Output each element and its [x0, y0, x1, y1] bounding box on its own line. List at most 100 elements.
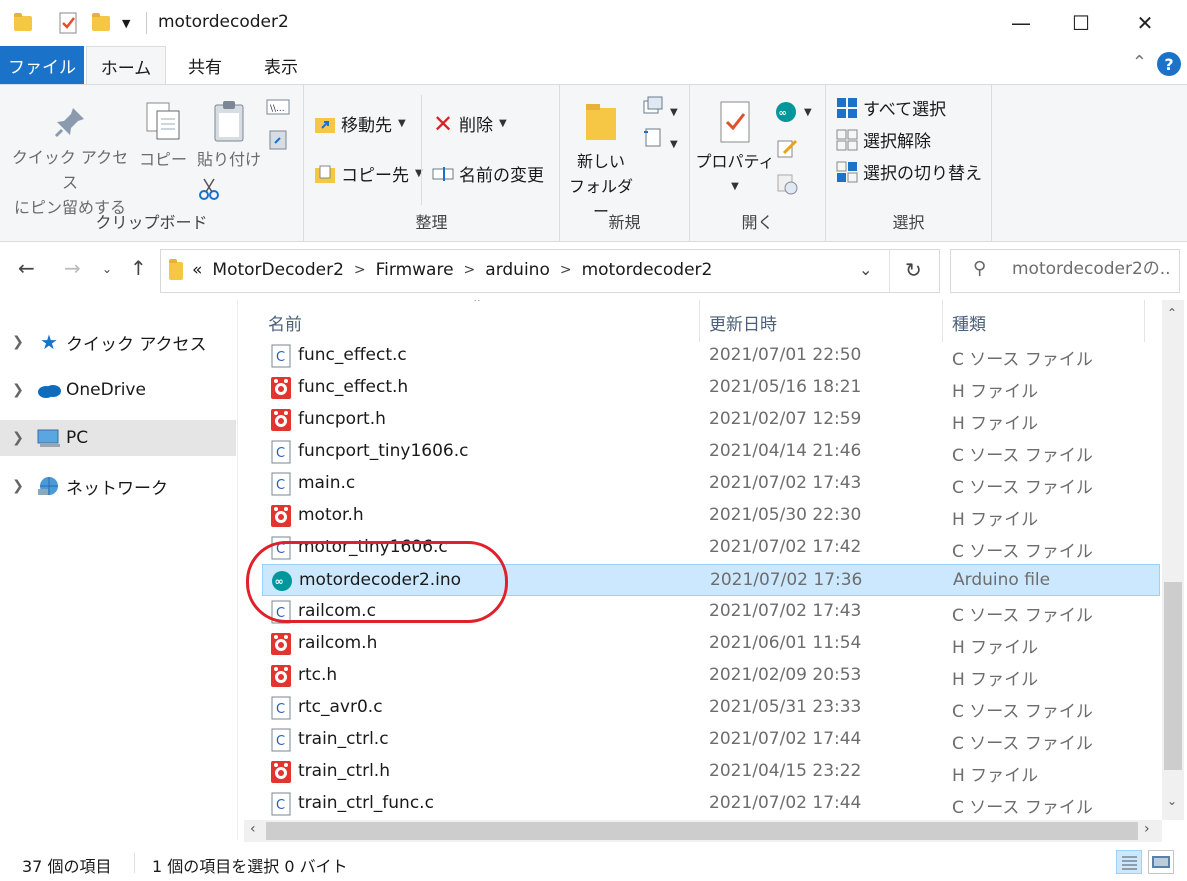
breadcrumb-overflow[interactable]: « [192, 260, 202, 280]
paste-shortcut-icon[interactable] [268, 129, 288, 155]
column-type[interactable]: 種類 [952, 310, 986, 335]
copy-icon [136, 95, 190, 147]
c-file-icon: C [270, 472, 292, 496]
column-divider[interactable] [942, 300, 943, 342]
c-file-icon: C [270, 536, 292, 560]
delete-button[interactable]: ✕ 削除 ▼ [432, 110, 507, 138]
file-row[interactable]: func_effect.h 2021/05/16 18:21 H ファイル [262, 372, 1160, 404]
file-row[interactable]: funcport.h 2021/02/07 12:59 H ファイル [262, 404, 1160, 436]
nav-item-network[interactable]: ❯ ネットワーク [0, 468, 236, 504]
file-row[interactable]: rtc.h 2021/02/09 20:53 H ファイル [262, 660, 1160, 692]
details-view-icon[interactable] [1116, 850, 1142, 874]
file-row[interactable]: Ctrain_ctrl.c 2021/07/02 17:44 C ソース ファイル [262, 724, 1160, 756]
large-icons-view-icon[interactable] [1148, 850, 1174, 874]
move-to-icon [314, 113, 336, 135]
file-name: motor.h [298, 505, 364, 525]
pin-quick-access-button[interactable]: クイック アクセス にピン留めする [8, 99, 132, 220]
rename-button[interactable]: 名前の変更 [432, 161, 544, 186]
open-with-button[interactable]: ∞ ▼ [774, 101, 812, 123]
breadcrumb-arduino[interactable]: arduino [485, 260, 550, 280]
chevron-right-icon[interactable]: ❯ [0, 334, 36, 350]
breadcrumb-current[interactable]: motordecoder2 [582, 260, 713, 280]
chevron-up-icon[interactable]: ⌃ [1132, 52, 1147, 73]
chevron-right-icon[interactable]: > [354, 262, 366, 278]
chevron-right-icon[interactable]: > [560, 262, 572, 278]
tab-file[interactable]: ファイル [0, 46, 84, 84]
chevron-right-icon[interactable]: ❯ [0, 382, 36, 398]
tab-home[interactable]: ホーム [86, 46, 166, 85]
history-icon[interactable] [776, 173, 798, 199]
easy-access-button[interactable]: ▼ [642, 127, 678, 151]
search-input[interactable] [1012, 259, 1172, 279]
edit-icon[interactable] [776, 137, 798, 163]
group-label-select: 選択 [892, 213, 925, 232]
vertical-scrollbar[interactable]: ⌃ ⌄ [1162, 300, 1184, 820]
column-name[interactable]: 名前 [268, 310, 302, 335]
help-icon[interactable]: ? [1157, 52, 1181, 76]
invert-selection-label: 選択の切り替え [863, 164, 982, 184]
properties-icon [694, 95, 776, 149]
nav-item-pc[interactable]: ❯ PC [0, 420, 236, 456]
move-to-label: 移動先 [341, 116, 392, 136]
scroll-left-icon[interactable]: ‹ [250, 821, 256, 837]
paste-button[interactable]: 貼り付け [196, 95, 262, 172]
address-history-icon[interactable]: ⌄ [859, 260, 872, 279]
scroll-down-icon[interactable]: ⌄ [1167, 794, 1177, 808]
recent-locations-icon[interactable]: ⌄ [102, 262, 112, 276]
breadcrumb-motordecoder2[interactable]: MotorDecoder2 [212, 260, 343, 280]
chevron-right-icon[interactable]: ❯ [0, 478, 36, 494]
new-item-button[interactable]: ▼ [642, 95, 678, 119]
tab-share[interactable]: 共有 [170, 46, 240, 84]
new-folder-button[interactable]: 新しい フォルダー [564, 95, 638, 224]
close-button[interactable]: ✕ [1114, 0, 1176, 46]
quick-access-dropdown-icon[interactable]: ▼ [122, 12, 130, 34]
properties-quick-icon[interactable] [58, 12, 78, 34]
nav-item-onedrive[interactable]: ❯ OneDrive [0, 372, 236, 408]
minimize-button[interactable]: — [990, 0, 1052, 46]
copy-to-button[interactable]: コピー先 ▼ [314, 161, 423, 186]
maximize-button[interactable]: ☐ [1050, 0, 1112, 46]
column-divider[interactable] [1144, 300, 1145, 342]
chevron-right-icon[interactable]: ❯ [0, 430, 36, 446]
up-arrow-icon[interactable]: ↑ [130, 256, 147, 280]
tab-view[interactable]: 表示 [244, 46, 318, 84]
chevron-down-icon: ▼ [804, 106, 812, 118]
new-folder-quick-icon[interactable] [92, 12, 110, 34]
file-row[interactable]: ∞ motordecoder2.ino 2021/07/02 17:36 Arduin… [262, 564, 1160, 596]
invert-selection-button[interactable]: 選択の切り替え [836, 159, 982, 184]
file-row[interactable]: train_ctrl.h 2021/04/15 23:22 H ファイル [262, 756, 1160, 788]
scroll-right-icon[interactable]: › [1144, 821, 1150, 837]
scroll-up-icon[interactable]: ⌃ [1167, 306, 1177, 320]
properties-button[interactable]: プロパティ ▼ [694, 95, 776, 199]
c-file-icon: C [270, 344, 292, 368]
forward-arrow-icon[interactable]: → [64, 256, 81, 280]
file-row[interactable]: Cmain.c 2021/07/02 17:43 C ソース ファイル [262, 468, 1160, 500]
breadcrumb-firmware[interactable]: Firmware [376, 260, 454, 280]
select-all-button[interactable]: すべて選択 [836, 95, 946, 120]
column-date[interactable]: 更新日時 [709, 310, 777, 335]
status-bar: 37 個の項目 1 個の項目を選択 0 バイト [0, 844, 1187, 881]
file-row[interactable]: Ctrain_ctrl_func.c 2021/07/02 17:44 C ソース … [262, 788, 1160, 820]
nav-item-quick-access[interactable]: ❯ ★ クイック アクセス [0, 324, 236, 360]
file-row[interactable]: Crailcom.c 2021/07/02 17:43 C ソース ファイル [262, 596, 1160, 628]
cut-icon[interactable] [198, 177, 220, 205]
horizontal-scrollbar[interactable]: ‹ › [244, 820, 1162, 842]
vertical-scroll-thumb[interactable] [1164, 582, 1182, 770]
chevron-right-icon[interactable]: > [464, 262, 476, 278]
back-arrow-icon[interactable]: ← [18, 256, 35, 280]
file-row[interactable]: Crtc_avr0.c 2021/05/31 23:33 C ソース ファイル [262, 692, 1160, 724]
file-row[interactable]: Cfunc_effect.c 2021/07/01 22:50 C ソース ファイル [262, 340, 1160, 372]
select-none-button[interactable]: 選択解除 [836, 127, 931, 152]
file-row[interactable]: Cfuncport_tiny1606.c 2021/04/14 21:46 C ソー… [262, 436, 1160, 468]
refresh-icon[interactable]: ↻ [905, 258, 922, 282]
move-to-button[interactable]: 移動先 ▼ [314, 111, 406, 136]
copy-button[interactable]: コピー [136, 95, 190, 172]
horizontal-scroll-thumb[interactable] [266, 822, 1138, 840]
group-organize: 移動先 ▼ コピー先 ▼ ✕ 削除 ▼ 名前の変更 整理 [304, 85, 560, 241]
copy-path-icon[interactable]: \\... [266, 99, 290, 119]
file-row[interactable]: Cmotor_tiny1606.c 2021/07/02 17:42 C ソース フ… [262, 532, 1160, 564]
file-type: H ファイル [952, 382, 1039, 402]
column-divider[interactable] [699, 300, 700, 342]
file-row[interactable]: railcom.h 2021/06/01 11:54 H ファイル [262, 628, 1160, 660]
file-row[interactable]: motor.h 2021/05/30 22:30 H ファイル [262, 500, 1160, 532]
